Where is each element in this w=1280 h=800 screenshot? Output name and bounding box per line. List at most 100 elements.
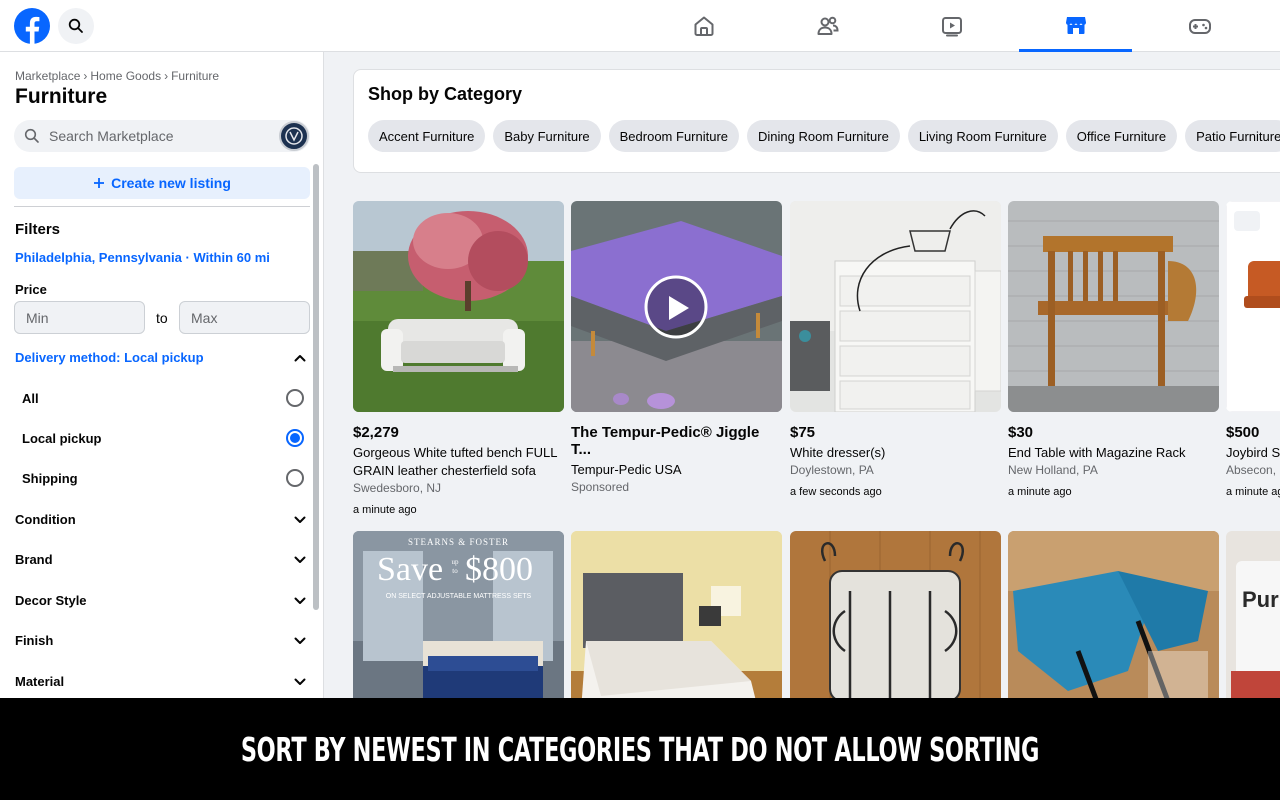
filter-label: Material [15,674,65,689]
delivery-option-label: Local pickup [22,430,102,446]
listing-video-mattress[interactable] [571,201,782,412]
sponsored-label: Sponsored [571,480,630,494]
filter-decor-style[interactable]: Decor Style [15,593,307,608]
listing-title: White dresser(s) [790,445,886,460]
delivery-option-label: Shipping [22,470,78,486]
listing-time: a few seconds ago [790,486,882,498]
filter-finish[interactable]: Finish [15,633,307,648]
ad-up-to: up to [451,558,459,575]
bag-text: Pur [1242,587,1279,612]
radio-button[interactable] [286,469,304,487]
listing-time: a minute ago [353,504,417,516]
category-chip[interactable]: Office Furniture [1065,120,1178,152]
ad-amount: $800 [465,551,533,588]
listing-location: New Holland, PA [1008,463,1098,477]
marketplace-sidebar: Marketplace › Home Goods › Furniture Furnitu… [0,52,324,700]
ad-brand: STEARNS & FOSTER [407,537,510,547]
search-input[interactable] [49,128,269,144]
category-chip[interactable]: Bedroom Furniture [608,120,740,152]
category-chip[interactable]: Living Room Furniture [907,120,1058,152]
filter-brand[interactable]: Brand [15,552,307,567]
search-icon [68,18,83,33]
home-icon [694,16,713,36]
delivery-method-toggle[interactable]: Delivery method: Local pickup [15,350,307,365]
delivery-option-label: All [22,390,39,406]
listing-price: $75 [790,424,816,441]
page-title: Furniture [15,85,108,108]
tab-video[interactable] [895,0,1008,52]
listing-location: Swedesboro, NJ [353,481,442,495]
listing-time: a minute ago [1008,486,1072,498]
breadcrumb-separator: › [83,69,88,83]
top-search-button[interactable] [58,8,94,44]
category-chip-row: Accent Furniture Baby Furniture Bedroom … [368,120,1280,152]
marketplace-search[interactable] [14,120,310,152]
filter-label: Decor Style [15,593,87,608]
price-max-input[interactable] [179,301,310,334]
location-filter-link[interactable]: Philadelphia, Pennsylvania · Within 60 m… [15,250,270,265]
filter-label: Condition [15,512,76,527]
gaming-icon [1188,19,1211,34]
search-icon [24,128,39,143]
play-icon[interactable] [662,293,692,323]
radio-button[interactable] [286,389,304,407]
listing-location: Doylestown, PA [790,463,874,477]
filter-material[interactable]: Material [15,674,307,689]
delivery-option-shipping[interactable]: Shipping [22,469,304,487]
create-new-listing-button[interactable]: Create new listing [14,167,310,199]
category-chip[interactable]: Accent Furniture [368,120,486,152]
breadcrumb-furniture[interactable]: Furniture [171,69,219,83]
chevron-up-icon [294,354,306,361]
listing-location: Absecon, N [1226,463,1280,477]
breadcrumb-marketplace[interactable]: Marketplace [15,69,80,83]
price-to-label: to [156,310,168,326]
tab-friends[interactable] [771,0,884,52]
category-chip[interactable]: Patio Furniture [1185,120,1280,152]
chevron-down-icon [294,597,306,604]
listing-card-partial[interactable]: $500 Joybird S Absecon, N a minute ag [1226,201,1280,498]
listing-card[interactable]: $30 End Table with Magazine Rack New Hol… [1008,201,1219,498]
avatar-emblem-icon [285,127,303,145]
listing-price: $500 [1226,424,1260,441]
delivery-option-local-pickup[interactable]: Local pickup [22,429,304,447]
sponsored-listing-card[interactable]: The Tempur-Pedic® Jiggle T... Tempur-Ped… [571,201,782,494]
filter-label: Brand [15,552,53,567]
facebook-logo-icon[interactable] [14,8,50,44]
shop-by-category-card: Shop by Category Accent Furniture Baby F… [353,69,1280,173]
listing-photo-sofa[interactable] [353,201,564,412]
delivery-option-all[interactable]: All [22,389,304,407]
breadcrumb-separator: › [164,69,169,83]
top-navigation-bar [0,0,1280,52]
tab-gaming[interactable] [1143,0,1256,52]
listing-photo-end-table[interactable] [1008,201,1219,412]
listing-advertiser: Tempur-Pedic USA [571,462,682,477]
listing-time: a minute ag [1226,486,1280,498]
sidebar-scrollbar[interactable] [313,164,319,610]
chevron-down-icon [294,637,306,644]
category-chip[interactable]: Dining Room Furniture [747,120,900,152]
listing-price: $30 [1008,424,1034,441]
tab-home[interactable] [647,0,760,52]
category-chip[interactable]: Baby Furniture [493,120,601,152]
plus-icon [94,178,105,188]
listing-card[interactable]: $75 White dresser(s) Doylestown, PA a fe… [790,201,1001,498]
price-min-input[interactable] [14,301,145,334]
breadcrumb: Marketplace › Home Goods › Furniture [15,69,219,83]
listing-title: End Table with Magazine Rack [1008,445,1186,460]
ad-tagline: ON SELECT ADJUSTABLE MATTRESS SETS [385,593,532,600]
price-heading: Price [15,282,47,297]
caption-banner: SORT BY NEWEST IN CATEGORIES THAT DO NOT… [0,698,1280,800]
radio-button[interactable] [286,429,304,447]
avatar[interactable] [279,121,309,151]
tab-marketplace[interactable] [1019,0,1132,52]
listing-photo-joybird[interactable] [1226,201,1280,412]
filter-label: Finish [15,633,54,648]
listing-photo-dresser[interactable] [790,201,1001,412]
filter-condition[interactable]: Condition [15,512,307,527]
breadcrumb-home-goods[interactable]: Home Goods [90,69,161,83]
listing-card[interactable]: $2,279 Gorgeous White tufted bench FULL … [353,201,564,516]
listing-ad-title: The Tempur-Pedic® Jiggle T... [571,424,760,458]
chevron-down-icon [294,678,306,685]
filters-heading: Filters [15,221,61,238]
chevron-down-icon [294,516,306,523]
